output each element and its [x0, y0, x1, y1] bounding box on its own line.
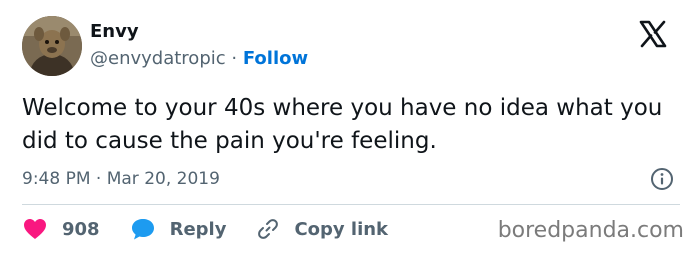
like-button[interactable]: 908 [22, 217, 100, 241]
handle[interactable]: @envydatropic [90, 48, 226, 69]
watermark: boredpanda.com [497, 218, 684, 243]
timestamp[interactable]: 9:48 PM · Mar 20, 2019 [22, 167, 220, 191]
action-bar: 908 Reply Copy link [22, 214, 418, 244]
handle-row: @envydatropic · Follow [90, 47, 308, 71]
speech-bubble-icon [131, 219, 154, 240]
reply-button[interactable]: Reply [130, 217, 227, 241]
x-logo-icon[interactable] [638, 19, 668, 49]
like-count: 908 [62, 218, 100, 240]
info-icon[interactable] [650, 167, 674, 191]
copy-link-button[interactable]: Copy link [256, 217, 388, 241]
separator-dot: · [231, 48, 238, 69]
display-name[interactable]: Envy [90, 20, 139, 44]
avatar[interactable] [22, 16, 82, 76]
follow-button[interactable]: Follow [243, 48, 308, 69]
heart-icon [24, 219, 46, 239]
tweet-text: Welcome to your 40s where you have no id… [22, 95, 663, 154]
copy-link-label: Copy link [294, 218, 389, 240]
divider [22, 204, 680, 205]
reply-label: Reply [169, 218, 227, 240]
link-icon [258, 219, 279, 239]
